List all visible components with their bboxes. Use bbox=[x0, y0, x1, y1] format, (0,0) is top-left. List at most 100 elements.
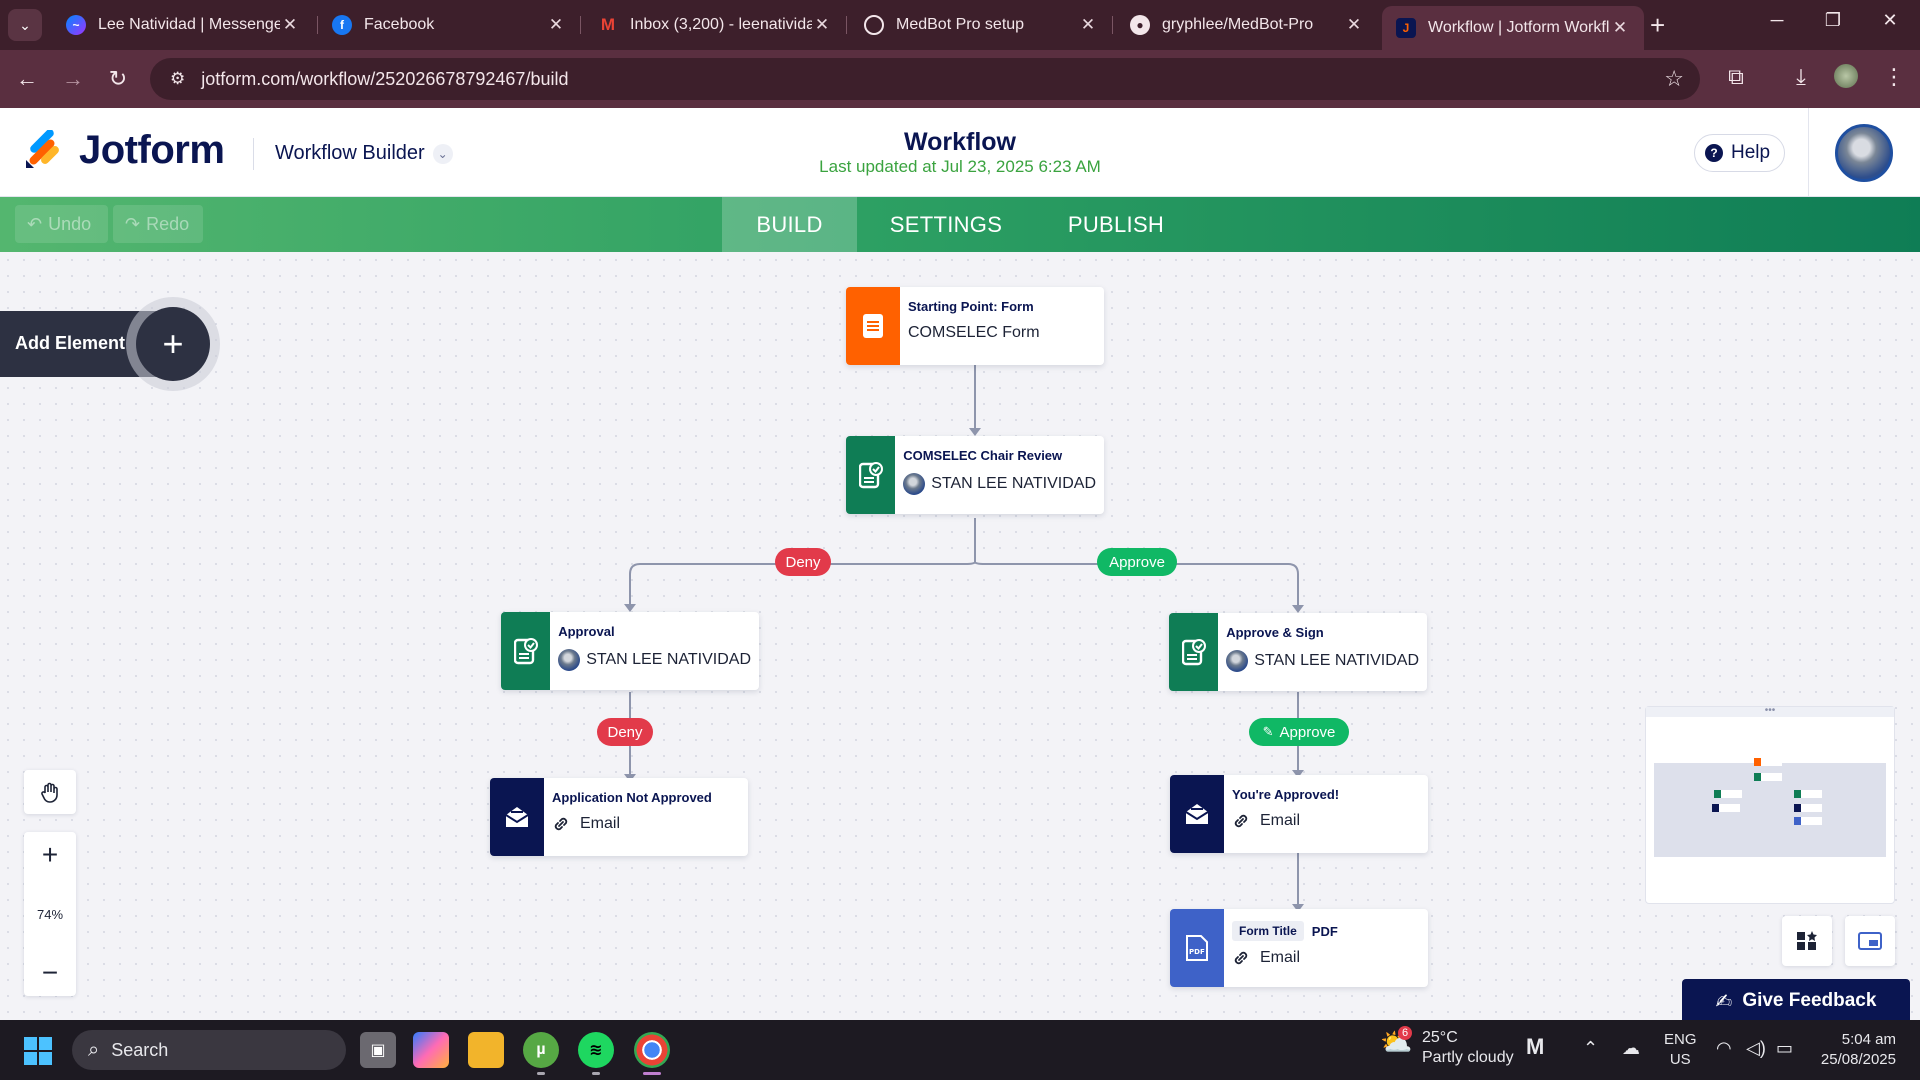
undo-button[interactable]: ↶ Undo bbox=[15, 205, 108, 243]
taskbar-search[interactable]: ⌕ Search bbox=[72, 1030, 346, 1070]
tab-title: gryphlee/MedBot-Pro bbox=[1162, 16, 1314, 33]
hand-icon bbox=[41, 782, 58, 803]
node-title: Application Not Approved bbox=[552, 790, 712, 805]
workflow-node-approval[interactable]: Approval STAN LEE NATIVIDAD bbox=[501, 612, 759, 690]
chevron-down-icon: ⌄ bbox=[19, 16, 31, 33]
drag-handle-icon[interactable]: ••• bbox=[1646, 706, 1894, 717]
plus-icon: + bbox=[136, 307, 210, 381]
browser-tab-facebook[interactable]: f Facebook ✕ bbox=[318, 6, 580, 44]
page-title[interactable]: Workflow bbox=[760, 128, 1160, 157]
openai-icon bbox=[864, 15, 884, 35]
windows-start-icon[interactable] bbox=[24, 1037, 52, 1065]
node-title: COMSELEC Chair Review bbox=[903, 448, 1063, 463]
branch-deny-badge[interactable]: Deny bbox=[775, 548, 831, 576]
workflow-node-approved-email[interactable]: You're Approved! Email bbox=[1170, 775, 1428, 853]
branch-approve-badge[interactable]: Approve bbox=[1097, 548, 1177, 576]
copilot-icon[interactable] bbox=[413, 1032, 449, 1068]
windows-taskbar: ⌕ Search ▣ µ ≋ ⛅ 6 25°C Partly cloudy M … bbox=[0, 1020, 1920, 1080]
address-bar[interactable]: ⚙ jotform.com/workflow/252026678792467/b… bbox=[150, 58, 1700, 100]
zoom-out-button[interactable]: − bbox=[42, 958, 58, 988]
zoom-controls: + 74% − bbox=[24, 832, 76, 996]
site-info-icon[interactable]: ⚙ bbox=[170, 69, 185, 89]
pan-tool-button[interactable] bbox=[24, 770, 76, 814]
browser-menu-icon[interactable]: ⋮ bbox=[1878, 64, 1910, 90]
onedrive-icon[interactable]: ☁ bbox=[1622, 1038, 1640, 1059]
tab-settings[interactable]: SETTINGS bbox=[876, 197, 1016, 252]
workflow-node-pdf-email[interactable]: PDF Form Title PDF Email bbox=[1170, 909, 1428, 987]
builder-label: Workflow Builder bbox=[275, 142, 425, 164]
branch-approve-signed-badge[interactable]: ✎ Approve bbox=[1249, 718, 1349, 746]
volume-icon[interactable]: ◁) bbox=[1746, 1038, 1766, 1059]
wifi-icon[interactable]: ◠ bbox=[1716, 1038, 1732, 1059]
jotform-icon: J bbox=[1396, 18, 1416, 38]
extensions-icon[interactable]: ⧉ bbox=[1720, 64, 1752, 90]
workflow-node-chair-review[interactable]: COMSELEC Chair Review STAN LEE NATIVIDAD bbox=[846, 436, 1104, 514]
weather-temp: 25°C bbox=[1422, 1029, 1458, 1046]
workflow-node-start[interactable]: Starting Point: Form COMSELEC Form bbox=[846, 287, 1104, 365]
browser-tab-jotform[interactable]: J Workflow | Jotform Workflow ✕ bbox=[1382, 6, 1644, 50]
window-close-icon[interactable]: ✕ bbox=[1870, 10, 1910, 31]
close-tab-icon[interactable]: ✕ bbox=[546, 15, 566, 35]
reload-icon[interactable]: ↻ bbox=[103, 66, 133, 92]
browser-tab-messenger[interactable]: ~ Lee Natividad | Messenger ✕ bbox=[52, 6, 314, 44]
browser-tab-github[interactable]: ● gryphlee/MedBot-Pro ✕ bbox=[1116, 6, 1378, 44]
browser-tab-medbot-setup[interactable]: MedBot Pro setup ✕ bbox=[850, 6, 1112, 44]
minimap-node bbox=[1794, 804, 1822, 812]
chrome-icon[interactable] bbox=[634, 1032, 670, 1068]
utorrent-icon[interactable]: µ bbox=[523, 1032, 559, 1068]
clock-date: 25/08/2025 bbox=[1820, 1051, 1896, 1068]
workflow-canvas[interactable]: Add Element + Starting Point: Form COMSE… bbox=[0, 252, 1920, 1020]
tab-publish[interactable]: PUBLISH bbox=[1050, 197, 1182, 252]
apps-button[interactable] bbox=[1782, 916, 1832, 966]
undo-icon: ↶ bbox=[27, 213, 43, 234]
add-element-button[interactable]: Add Element + bbox=[0, 297, 220, 391]
app-tray-icon[interactable]: M bbox=[1526, 1034, 1544, 1060]
weather-badge: 6 bbox=[1398, 1026, 1413, 1040]
node-subtitle: Email bbox=[1260, 949, 1301, 966]
branch-deny-badge[interactable]: Deny bbox=[597, 718, 653, 746]
new-tab-button[interactable]: + bbox=[1650, 10, 1665, 41]
badge-label: Approve bbox=[1279, 723, 1336, 741]
back-icon[interactable]: ← bbox=[12, 66, 42, 92]
restore-icon[interactable]: ❐ bbox=[1813, 10, 1853, 31]
chevron-up-icon[interactable]: ⌃ bbox=[1583, 1038, 1598, 1059]
tab-title: Inbox (3,200) - leenatividad bbox=[630, 16, 812, 33]
jotform-logo-icon[interactable] bbox=[24, 130, 62, 170]
redo-button[interactable]: ↷ Redo bbox=[113, 205, 203, 243]
close-tab-icon[interactable]: ✕ bbox=[812, 15, 832, 35]
close-tab-icon[interactable]: ✕ bbox=[1078, 15, 1098, 35]
close-tab-icon[interactable]: ✕ bbox=[1344, 15, 1364, 35]
browser-tab-gmail[interactable]: M Inbox (3,200) - leenatividad ✕ bbox=[584, 6, 846, 44]
workflow-node-not-approved-email[interactable]: Application Not Approved Email bbox=[490, 778, 748, 856]
download-icon[interactable]: ⤓ bbox=[1785, 64, 1817, 90]
zoom-in-button[interactable]: + bbox=[42, 840, 58, 870]
add-element-label: Add Element bbox=[15, 333, 126, 353]
file-explorer-icon[interactable] bbox=[468, 1032, 504, 1068]
bookmark-star-icon[interactable]: ☆ bbox=[1664, 66, 1684, 92]
canvas-minimap[interactable]: ••• bbox=[1645, 706, 1895, 904]
tab-build[interactable]: BUILD bbox=[722, 197, 857, 252]
close-tab-icon[interactable]: ✕ bbox=[280, 15, 300, 35]
tab-title: Workflow | Jotform Workflow bbox=[1428, 19, 1610, 36]
last-updated-text: Last updated at Jul 23, 2025 6:23 AM bbox=[819, 157, 1101, 176]
workflow-node-approve-sign[interactable]: Approve & Sign STAN LEE NATIVIDAD bbox=[1169, 613, 1427, 691]
help-button[interactable]: ? Help bbox=[1694, 134, 1786, 172]
forward-icon[interactable]: → bbox=[58, 66, 88, 92]
user-avatar[interactable] bbox=[1835, 124, 1893, 182]
task-view-icon[interactable]: ▣ bbox=[360, 1032, 396, 1068]
system-clock[interactable]: 5:04 am 25/08/2025 bbox=[1800, 1030, 1896, 1070]
github-icon: ● bbox=[1130, 15, 1150, 35]
builder-switcher[interactable]: Workflow Builder ⌄ bbox=[275, 142, 453, 165]
battery-icon[interactable]: ▭ bbox=[1776, 1038, 1793, 1059]
approval-icon bbox=[846, 436, 896, 514]
tab-search-button[interactable]: ⌄ bbox=[8, 9, 42, 41]
give-feedback-button[interactable]: ✍ Give Feedback bbox=[1682, 979, 1910, 1020]
close-tab-icon[interactable]: ✕ bbox=[1610, 18, 1630, 38]
language-indicator[interactable]: ENG US bbox=[1664, 1030, 1697, 1070]
brand-name[interactable]: Jotform bbox=[79, 128, 225, 173]
weather-widget[interactable]: ⛅ 6 25°C Partly cloudy bbox=[1380, 1026, 1514, 1068]
spotify-icon[interactable]: ≋ bbox=[578, 1032, 614, 1068]
minimap-toggle-button[interactable] bbox=[1845, 916, 1895, 966]
minimize-icon[interactable]: ─ bbox=[1757, 10, 1797, 31]
profile-avatar-icon[interactable] bbox=[1830, 64, 1862, 94]
